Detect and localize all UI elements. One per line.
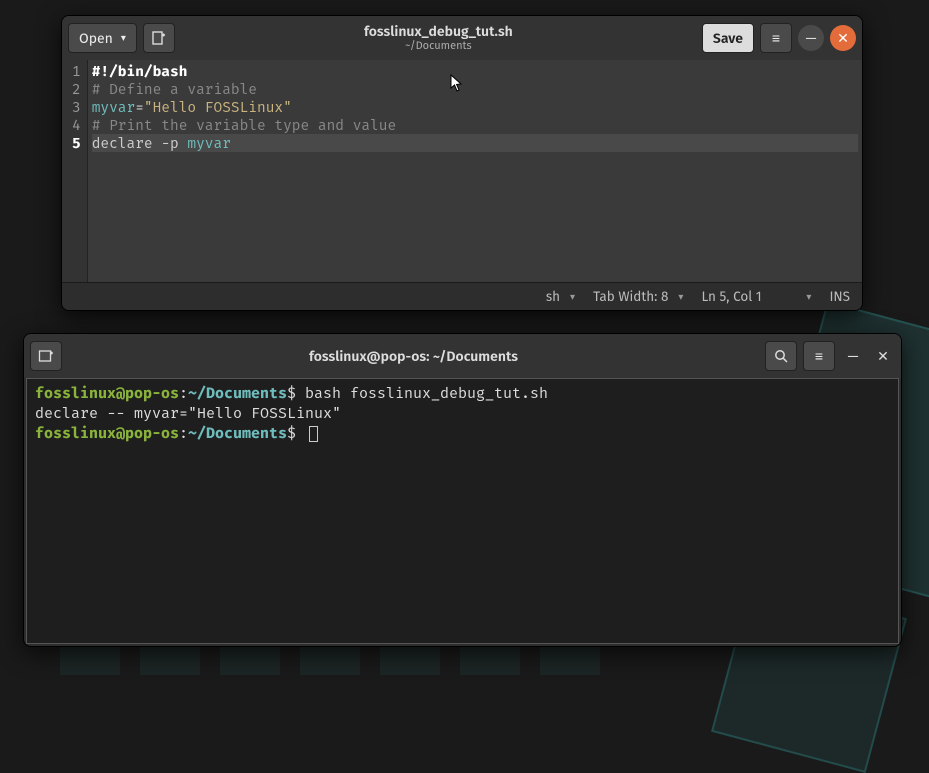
line-number-gutter: 12345 (62, 60, 88, 282)
code-token: # Print the variable type and value (92, 116, 397, 134)
code-token: # Define a variable (92, 80, 257, 98)
terminal-cursor (309, 426, 318, 442)
terminal-segment: fosslinux@pop-os (35, 384, 179, 402)
menu-icon: ≡ (815, 348, 823, 365)
line-number: 3 (72, 98, 81, 116)
save-button-label: Save (713, 30, 743, 47)
code-line[interactable]: # Print the variable type and value (92, 116, 858, 134)
hamburger-menu-button[interactable]: ≡ (760, 23, 792, 53)
editor-title-block: fosslinux_debug_tut.sh ~/Documents (181, 24, 696, 51)
insert-mode-indicator[interactable]: INS (829, 288, 850, 305)
terminal-segment: : (179, 424, 188, 442)
close-button[interactable]: ✕ (830, 25, 856, 51)
code-token: #!/bin/bash (92, 62, 188, 80)
terminal-line: fosslinux@pop-os:~/Documents$ (35, 423, 890, 443)
code-token: declare -p (92, 134, 188, 152)
code-line[interactable]: myvar="Hello FOSSLinux" (92, 98, 858, 116)
editor-filepath: ~/Documents (181, 40, 696, 52)
new-tab-button[interactable] (30, 341, 62, 371)
chevron-down-icon: ▾ (121, 32, 126, 44)
code-token: = (135, 98, 144, 116)
line-number: 1 (72, 62, 81, 80)
code-token: myvar (92, 98, 136, 116)
search-button[interactable] (765, 341, 797, 371)
code-token: "Hello FOSSLinux" (144, 98, 292, 116)
code-line[interactable]: declare -p myvar (92, 134, 858, 152)
language-label: sh (546, 288, 560, 305)
terminal-titlebar: fosslinux@pop-os: ~/Documents ≡ — ✕ (24, 334, 901, 378)
line-number: 4 (72, 116, 81, 134)
code-line[interactable]: #!/bin/bash (92, 62, 858, 80)
language-selector[interactable]: sh (546, 288, 575, 305)
terminal-body[interactable]: fosslinux@pop-os:~/Documents$ bash fossl… (26, 378, 899, 644)
minimize-button[interactable]: — (841, 344, 865, 368)
cursor-position-label: Ln 5, Col 1 (701, 288, 761, 305)
menu-icon: ≡ (772, 30, 780, 47)
editor-body[interactable]: 12345 #!/bin/bash# Define a variablemyva… (62, 60, 862, 282)
terminal-segment: $ (287, 424, 305, 442)
code-line[interactable]: # Define a variable (92, 80, 858, 98)
code-token: myvar (187, 134, 231, 152)
save-button[interactable]: Save (702, 23, 754, 53)
terminal-window: fosslinux@pop-os: ~/Documents ≡ — ✕ foss… (23, 333, 902, 647)
close-icon: ✕ (837, 30, 849, 47)
cursor-position-selector[interactable]: Ln 5, Col 1 ▾ (701, 288, 811, 305)
tab-width-label: Tab Width: 8 (593, 288, 668, 305)
close-icon: ✕ (877, 348, 889, 365)
minimize-icon: — (847, 348, 858, 365)
search-icon (774, 349, 789, 364)
terminal-segment: ~/Documents (188, 384, 287, 402)
new-tab-icon (38, 348, 54, 364)
editor-statusbar: sh Tab Width: 8 Ln 5, Col 1 ▾ INS (62, 282, 862, 310)
open-button-label: Open (79, 30, 113, 47)
code-area[interactable]: #!/bin/bash# Define a variablemyvar="Hel… (88, 60, 862, 282)
chevron-down-icon: ▾ (806, 291, 811, 303)
new-document-button[interactable] (143, 23, 175, 53)
tab-width-selector[interactable]: Tab Width: 8 (593, 288, 683, 305)
new-document-icon (151, 30, 167, 46)
minimize-button[interactable]: — (798, 25, 824, 51)
terminal-segment: ~/Documents (188, 424, 287, 442)
terminal-segment: declare -- myvar="Hello FOSSLinux" (35, 404, 341, 422)
close-button[interactable]: ✕ (871, 344, 895, 368)
terminal-segment: : (179, 384, 188, 402)
text-editor-window: Open ▾ fosslinux_debug_tut.sh ~/Document… (61, 15, 863, 311)
open-button[interactable]: Open ▾ (68, 23, 137, 53)
hamburger-menu-button[interactable]: ≡ (803, 341, 835, 371)
terminal-line: declare -- myvar="Hello FOSSLinux" (35, 403, 890, 423)
insert-mode-label: INS (829, 288, 850, 305)
editor-titlebar: Open ▾ fosslinux_debug_tut.sh ~/Document… (62, 16, 862, 60)
terminal-segment: $ bash fosslinux_debug_tut.sh (287, 384, 548, 402)
minimize-icon: — (805, 30, 816, 47)
terminal-segment: fosslinux@pop-os (35, 424, 179, 442)
terminal-line: fosslinux@pop-os:~/Documents$ bash fossl… (35, 383, 890, 403)
line-number: 2 (72, 80, 81, 98)
terminal-title: fosslinux@pop-os: ~/Documents (68, 348, 759, 365)
line-number: 5 (72, 134, 81, 152)
editor-filename: fosslinux_debug_tut.sh (181, 24, 696, 39)
